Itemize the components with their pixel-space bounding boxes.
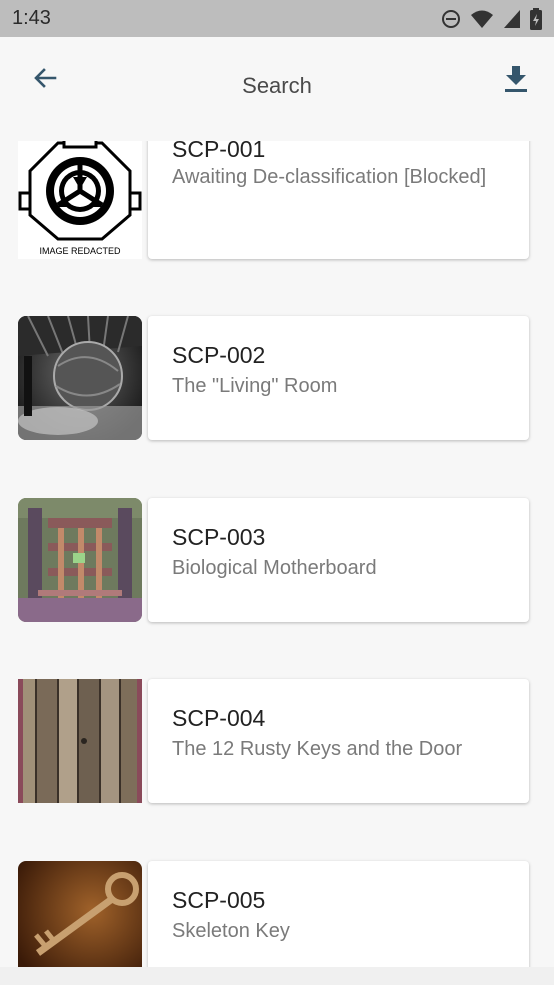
scp-title: The 12 Rusty Keys and the Door [172, 738, 463, 760]
list-item[interactable]: SCP-005 Skeleton Key [0, 861, 554, 967]
scp-number: SCP-001 [172, 141, 266, 162]
scp-number: SCP-004 [172, 705, 266, 731]
scp-002-thumbnail [18, 316, 142, 440]
bottom-edge [0, 967, 554, 985]
scp-title: The "Living" Room [172, 375, 338, 397]
scp-title: Skeleton Key [172, 920, 290, 942]
image-redacted-caption: IMAGE REDACTED [39, 246, 121, 256]
results-list[interactable]: IMAGE REDACTED SCP-001 Awaiting De-class… [0, 141, 554, 967]
battery-icon [530, 7, 542, 30]
list-item[interactable]: SCP-002 The "Living" Room [0, 316, 554, 442]
list-item[interactable]: SCP-004 The 12 Rusty Keys and the Door [0, 679, 554, 805]
download-icon [503, 65, 529, 98]
scp-card[interactable]: SCP-004 The 12 Rusty Keys and the Door [148, 679, 529, 803]
scp-title: Biological Motherboard [172, 557, 377, 579]
list-item[interactable]: SCP-003 Biological Motherboard [0, 498, 554, 624]
status-time: 1:43 [12, 7, 51, 29]
status-icons [441, 7, 542, 30]
app-bar: Search [0, 37, 554, 135]
status-bar: 1:43 [0, 0, 554, 37]
scp-number: SCP-005 [172, 887, 266, 913]
search-screen: 1:43 Search IMAGE REDACTED SCP-001 Await… [0, 0, 554, 985]
scp-number: SCP-003 [172, 524, 266, 550]
scp-001-thumbnail: IMAGE REDACTED [18, 141, 142, 259]
download-button[interactable] [496, 61, 536, 101]
scp-card[interactable]: SCP-002 The "Living" Room [148, 316, 529, 440]
do-not-disturb-icon [441, 9, 461, 29]
page-title: Search [242, 73, 312, 98]
scp-003-thumbnail [18, 498, 142, 622]
scp-title: Awaiting De-classification [Blocked] [172, 166, 487, 188]
wifi-icon [470, 9, 494, 29]
list-item[interactable]: IMAGE REDACTED SCP-001 Awaiting De-class… [0, 141, 554, 261]
signal-icon [503, 9, 521, 29]
scp-number: SCP-002 [172, 342, 266, 368]
scp-card[interactable]: SCP-001 Awaiting De-classification [Bloc… [148, 141, 529, 259]
scp-card[interactable]: SCP-003 Biological Motherboard [148, 498, 529, 622]
scp-card[interactable]: SCP-005 Skeleton Key [148, 861, 529, 967]
scp-005-thumbnail [18, 861, 142, 967]
scp-004-thumbnail [18, 679, 142, 803]
